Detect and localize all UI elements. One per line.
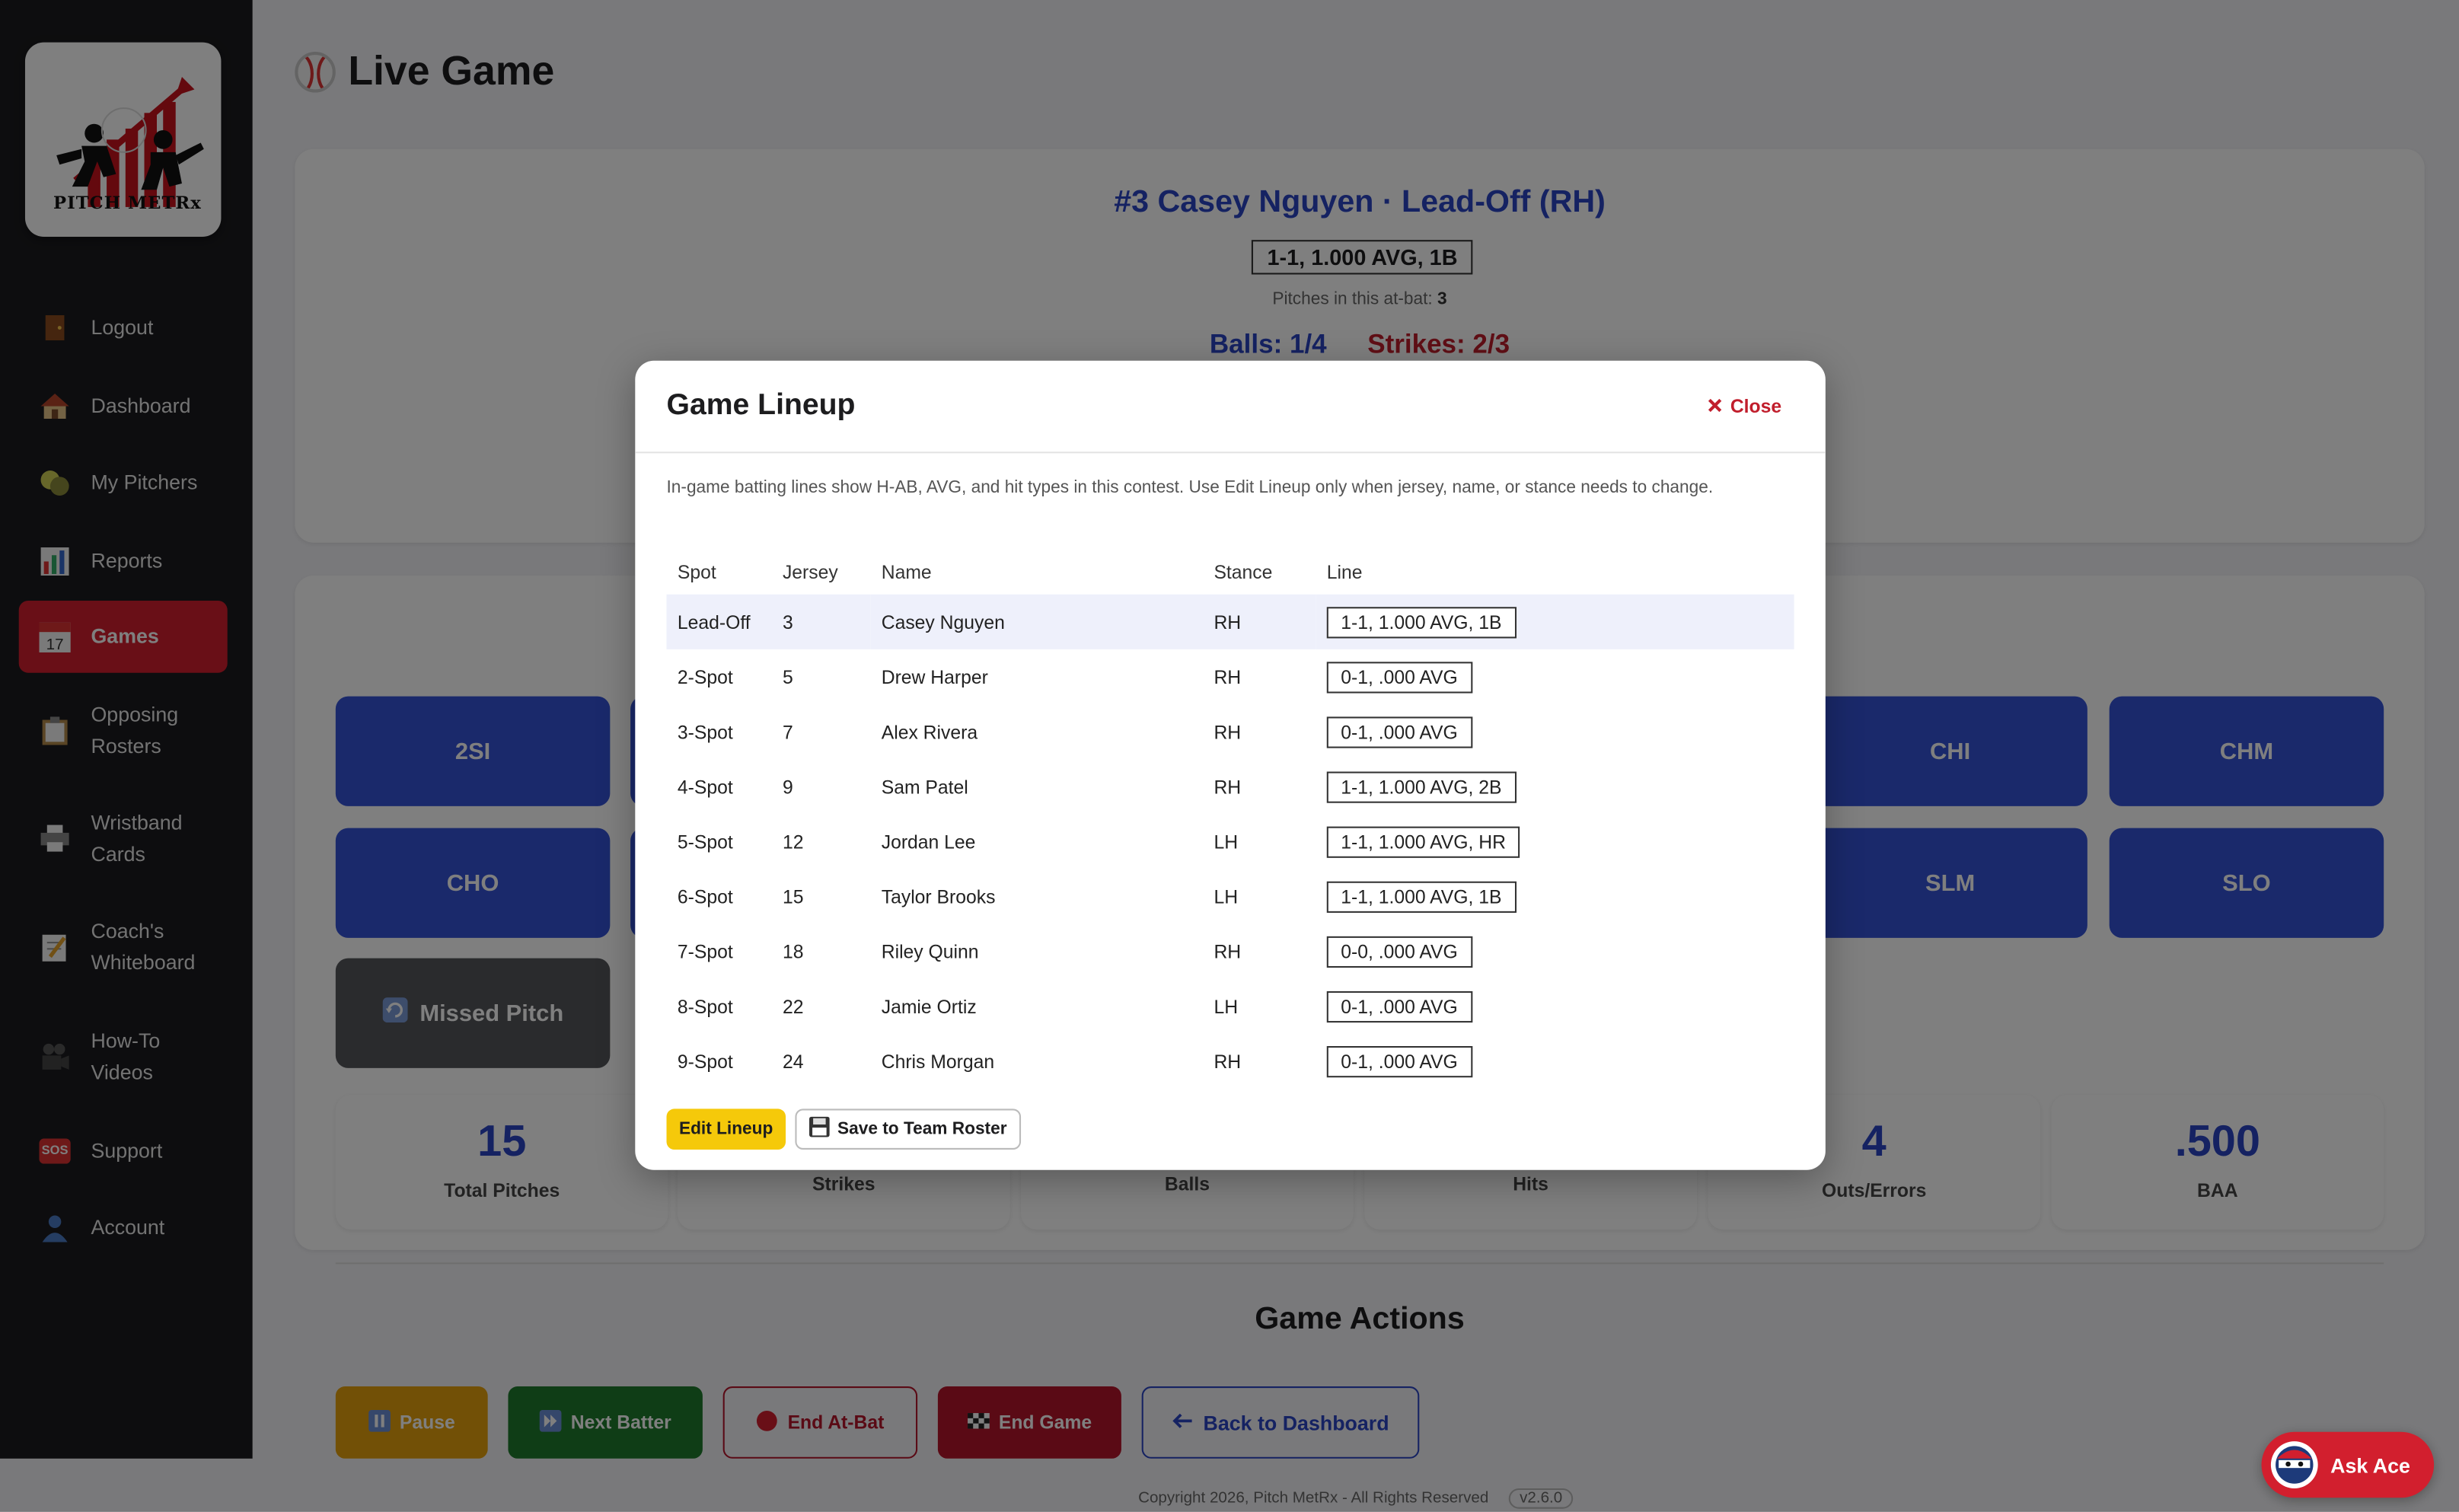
lineup-name: Jamie Ortiz — [881, 995, 977, 1017]
lineup-line-cell: 0-1, .000 AVG — [1316, 704, 1794, 759]
lineup-name: Chris Morgan — [881, 1050, 995, 1073]
batting-line-badge: 0-1, .000 AVG — [1326, 1045, 1472, 1077]
column-header-spot: Spot — [677, 560, 716, 583]
close-button[interactable]: Close — [1708, 395, 1781, 417]
ace-mascot-icon — [2270, 1441, 2318, 1488]
modal-divider — [635, 451, 1826, 454]
lineup-spot: 3-Spot — [677, 720, 733, 743]
lineup-spot: 5-Spot — [677, 830, 733, 853]
lineup-spot: 2-Spot — [677, 665, 733, 688]
lineup-stance: LH — [1214, 830, 1239, 853]
batting-line-badge: 1-1, 1.000 AVG, 1B — [1326, 880, 1517, 912]
column-header-jersey: Jersey — [782, 560, 838, 583]
lineup-stance: RH — [1214, 775, 1242, 798]
column-header-stance: Stance — [1214, 560, 1273, 583]
lineup-line-cell: 0-1, .000 AVG — [1316, 978, 1794, 1033]
lineup-table: Spot Jersey Name Stance Line Lead-Off 3 Ca… — [666, 549, 1794, 1089]
lineup-spot: 4-Spot — [677, 775, 733, 798]
lineup-name: Sam Patel — [881, 775, 968, 798]
lineup-spot: 9-Spot — [677, 1050, 733, 1073]
lineup-name: Casey Nguyen — [870, 594, 1204, 649]
lineup-stance: RH — [1214, 939, 1242, 962]
game-lineup-modal: Game Lineup Close In-game batting lines … — [635, 360, 1826, 1170]
column-header-line: Line — [1326, 560, 1363, 583]
column-header-name: Name — [881, 560, 932, 583]
lineup-jersey: 7 — [782, 720, 793, 743]
table-row[interactable]: 3-Spot 7 Alex Rivera RH 0-1, .000 AVG — [667, 704, 1794, 759]
lineup-name: Taylor Brooks — [881, 885, 996, 908]
lineup-line-cell: 1-1, 1.000 AVG, 1B — [1316, 594, 1794, 649]
lineup-line-cell: 1-1, 1.000 AVG, HR — [1316, 814, 1794, 869]
edit-lineup-button[interactable]: Edit Lineup — [666, 1108, 786, 1150]
modal-title: Game Lineup — [666, 388, 856, 423]
lineup-name: Jordan Lee — [881, 830, 976, 853]
table-row[interactable]: 4-Spot 9 Sam Patel RH 1-1, 1.000 AVG, 2B — [667, 759, 1794, 814]
save-to-team-roster-button[interactable]: Save to Team Roster — [795, 1108, 1022, 1150]
table-row[interactable]: 6-Spot 15 Taylor Brooks LH 1-1, 1.000 AVG, 1… — [667, 869, 1794, 923]
lineup-line-cell: 0-1, .000 AVG — [1316, 649, 1794, 704]
lineup-jersey: 15 — [782, 885, 804, 908]
lineup-line-cell: 0-0, .000 AVG — [1316, 923, 1794, 978]
ask-ace-button[interactable]: Ask Ace — [2261, 1431, 2435, 1498]
table-row[interactable]: 5-Spot 12 Jordan Lee LH 1-1, 1.000 AVG, HR — [667, 814, 1794, 869]
lineup-stance: RH — [1214, 1050, 1242, 1073]
lineup-line-cell: 1-1, 1.000 AVG, 2B — [1316, 759, 1794, 814]
lineup-jersey: 24 — [782, 1050, 804, 1073]
lineup-stance: LH — [1214, 885, 1239, 908]
lineup-spot: 8-Spot — [677, 995, 733, 1017]
close-icon — [1708, 395, 1723, 417]
lineup-spot: 7-Spot — [677, 939, 733, 962]
lineup-name: Drew Harper — [881, 665, 988, 688]
table-row[interactable]: 2-Spot 5 Drew Harper RH 0-1, .000 AVG — [667, 649, 1794, 704]
lineup-stance: RH — [1214, 720, 1242, 743]
lineup-jersey: 18 — [782, 939, 804, 962]
batting-line-badge: 0-0, .000 AVG — [1326, 935, 1472, 967]
lineup-spot: Lead-Off — [666, 594, 772, 649]
lineup-jersey: 22 — [782, 995, 804, 1017]
lineup-jersey: 3 — [771, 594, 871, 649]
table-header-row: Spot Jersey Name Stance Line — [667, 549, 1794, 595]
lineup-name: Alex Rivera — [881, 720, 978, 743]
batting-line-badge: 0-1, .000 AVG — [1326, 661, 1472, 693]
table-row[interactable]: 9-Spot 24 Chris Morgan RH 0-1, .000 AVG — [667, 1034, 1794, 1089]
save-to-team-roster-label: Save to Team Roster — [837, 1119, 1007, 1139]
lineup-line-cell: 0-1, .000 AVG — [1316, 1034, 1794, 1089]
batting-line-badge: 0-1, .000 AVG — [1326, 716, 1472, 748]
modal-description: In-game batting lines show H-AB, AVG, an… — [666, 478, 1714, 498]
lineup-stance: LH — [1214, 995, 1239, 1017]
lineup-line-cell: 1-1, 1.000 AVG, 1B — [1316, 869, 1794, 923]
lineup-jersey: 9 — [782, 775, 793, 798]
batting-line-badge: 1-1, 1.000 AVG, 2B — [1326, 770, 1517, 802]
close-label: Close — [1730, 395, 1782, 417]
lineup-spot: 6-Spot — [677, 885, 733, 908]
lineup-stance: RH — [1214, 665, 1242, 688]
table-row[interactable]: Lead-Off 3 Casey Nguyen RH 1-1, 1.000 AVG, 1… — [666, 594, 1794, 649]
lineup-stance: RH — [1203, 594, 1316, 649]
table-row[interactable]: 8-Spot 22 Jamie Ortiz LH 0-1, .000 AVG — [667, 978, 1794, 1033]
ask-ace-label: Ask Ace — [2330, 1453, 2410, 1477]
batting-line-badge: 1-1, 1.000 AVG, HR — [1326, 825, 1520, 857]
lineup-name: Riley Quinn — [881, 939, 979, 962]
batting-line-badge: 1-1, 1.000 AVG, 1B — [1326, 606, 1517, 638]
table-row[interactable]: 7-Spot 18 Riley Quinn RH 0-0, .000 AVG — [667, 923, 1794, 978]
lineup-jersey: 12 — [782, 830, 804, 853]
batting-line-badge: 0-1, .000 AVG — [1326, 990, 1472, 1022]
floppy-disk-icon — [809, 1116, 830, 1142]
lineup-jersey: 5 — [782, 665, 793, 688]
